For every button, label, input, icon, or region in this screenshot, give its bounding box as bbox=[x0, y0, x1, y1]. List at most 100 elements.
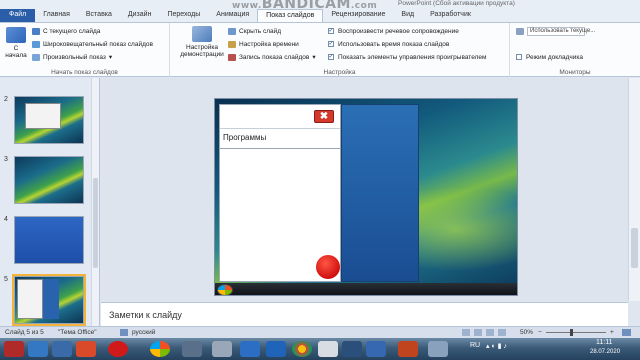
group-label-setup: Настройка bbox=[323, 69, 356, 76]
tab-developer[interactable]: Разработчик bbox=[422, 9, 479, 22]
app-icon[interactable] bbox=[318, 341, 338, 357]
red-circle-button[interactable] bbox=[316, 255, 340, 279]
checkbox-checked-icon: ✓ bbox=[328, 41, 334, 47]
language-indicator[interactable]: RU bbox=[470, 342, 480, 349]
scroll-thumb[interactable] bbox=[631, 228, 638, 268]
programs-label: Программы bbox=[223, 133, 267, 142]
powerpoint-icon[interactable] bbox=[398, 341, 418, 357]
app-icon[interactable] bbox=[4, 341, 24, 357]
windows-taskbar: RU ▴ ◐ ▮ ♪ 11:11 28.07.2020 bbox=[0, 338, 640, 360]
tab-home[interactable]: Главная bbox=[35, 9, 78, 22]
app-icon[interactable] bbox=[212, 341, 232, 357]
use-timings-checkbox[interactable]: ✓ Использовать время показа слайдов bbox=[328, 39, 449, 49]
chevron-down-icon: ▾ bbox=[108, 54, 113, 61]
reading-view-icon[interactable] bbox=[486, 329, 494, 336]
custom-show-icon bbox=[32, 53, 40, 61]
app-icon[interactable] bbox=[182, 341, 202, 357]
start-menu-left-pane: ✖ Программы bbox=[219, 104, 341, 282]
slides-panel: 2 3 4 5 bbox=[0, 78, 100, 326]
tab-review[interactable]: Рецензирование bbox=[323, 9, 393, 22]
app-icon[interactable] bbox=[52, 341, 72, 357]
sorter-view-icon[interactable] bbox=[474, 329, 482, 336]
ribbon-tabs: Файл Главная Вставка Дизайн Переходы Ани… bbox=[0, 9, 479, 22]
chevron-down-icon: ▾ bbox=[312, 54, 316, 61]
setup-show-button[interactable]: Настройка демонстрации bbox=[176, 26, 228, 58]
hide-slide-button[interactable]: Скрыть слайд bbox=[228, 26, 281, 36]
start-menu-preview bbox=[17, 279, 43, 319]
editor-scrollbar[interactable] bbox=[628, 78, 640, 301]
tab-design[interactable]: Дизайн bbox=[120, 9, 160, 22]
group-setup: Настройка демонстрации Скрыть слайд Наст… bbox=[170, 23, 510, 77]
tab-view[interactable]: Вид bbox=[393, 9, 422, 22]
slideshow-icon bbox=[6, 27, 26, 43]
windows-start-icon[interactable] bbox=[217, 284, 233, 295]
tab-transitions[interactable]: Переходы bbox=[159, 9, 208, 22]
status-bar: Слайд 5 из 5 "Тема Office" русский 50% −… bbox=[0, 326, 640, 338]
app-icon[interactable] bbox=[76, 341, 96, 357]
record-icon bbox=[228, 53, 236, 61]
tray-icons[interactable]: ▴ ◐ ▮ ♪ bbox=[486, 342, 507, 350]
zoom-level[interactable]: 50% bbox=[520, 329, 533, 336]
app-icon[interactable] bbox=[366, 341, 386, 357]
tab-insert[interactable]: Вставка bbox=[78, 9, 120, 22]
monitor-select[interactable]: Использовать текуще... bbox=[516, 26, 595, 36]
zoom-slider[interactable] bbox=[546, 332, 606, 333]
app-icon[interactable] bbox=[240, 341, 260, 357]
language-indicator[interactable]: русский bbox=[132, 329, 155, 336]
slide-taskbar bbox=[215, 283, 517, 295]
play-narration-checkbox[interactable]: ✓ Воспроизвести речевое сопровождение bbox=[328, 26, 459, 36]
current-slide[interactable]: ✖ Программы bbox=[214, 98, 518, 296]
clock-time[interactable]: 11:11 bbox=[596, 339, 612, 346]
slide-counter: Слайд 5 из 5 bbox=[5, 329, 44, 336]
slide-thumb-2[interactable]: 2 bbox=[4, 96, 84, 144]
custom-show-button[interactable]: Произвольный показ ▾ bbox=[32, 52, 112, 62]
group-start-show: С начала С текущего слайда Широковещател… bbox=[0, 23, 170, 77]
slide-thumb-5[interactable]: 5 bbox=[4, 274, 86, 326]
start-menu-header: ✖ bbox=[220, 105, 340, 129]
current-slide-icon bbox=[32, 27, 40, 35]
from-beginning-button[interactable]: С начала bbox=[3, 27, 29, 59]
notes-pane[interactable]: Заметки к слайду bbox=[101, 302, 628, 326]
tab-animation[interactable]: Анимация bbox=[208, 9, 257, 22]
start-menu-right-pane bbox=[341, 104, 419, 282]
record-show-button[interactable]: Запись показа слайдов ▾ bbox=[228, 52, 316, 62]
zoom-out-icon[interactable]: − bbox=[538, 329, 542, 336]
group-label-start: Начать показ слайдов bbox=[51, 69, 118, 76]
dialog-preview bbox=[25, 103, 61, 129]
windows-start-icon[interactable] bbox=[150, 341, 170, 357]
slideshow-view-icon[interactable] bbox=[498, 329, 506, 336]
app-icon[interactable] bbox=[108, 341, 128, 357]
clock-date[interactable]: 28.07.2020 bbox=[590, 349, 620, 355]
app-icon[interactable] bbox=[266, 341, 286, 357]
rehearse-timings-button[interactable]: Настройка времени bbox=[228, 39, 299, 49]
app-icon[interactable] bbox=[342, 341, 362, 357]
broadcast-icon bbox=[32, 40, 40, 48]
group-monitors: Использовать текуще... Режим докладчика … bbox=[510, 23, 640, 77]
zoom-in-icon[interactable]: + bbox=[610, 329, 614, 336]
slide-thumbnail bbox=[14, 156, 84, 204]
normal-view-icon[interactable] bbox=[462, 329, 470, 336]
app-icon[interactable] bbox=[28, 341, 48, 357]
divider bbox=[220, 148, 340, 149]
window-title: PowerPoint (Сбой активации продукта) bbox=[398, 0, 515, 7]
checkbox-icon bbox=[516, 54, 522, 60]
tab-slide-show[interactable]: Показ слайдов bbox=[257, 9, 324, 22]
chrome-icon[interactable] bbox=[292, 341, 312, 357]
show-controls-checkbox[interactable]: ✓ Показать элементы управления проигрыва… bbox=[328, 52, 486, 62]
fit-to-window-icon[interactable] bbox=[622, 329, 631, 336]
broadcast-show-button[interactable]: Широковещательный показ слайдов bbox=[32, 39, 153, 49]
setup-icon bbox=[192, 26, 212, 42]
from-current-slide-button[interactable]: С текущего слайда bbox=[32, 26, 100, 36]
close-icon[interactable]: ✖ bbox=[314, 110, 334, 123]
slides-panel-scrollbar[interactable] bbox=[91, 78, 99, 326]
scroll-thumb[interactable] bbox=[93, 178, 98, 268]
app-icon[interactable] bbox=[428, 341, 448, 357]
slide-thumb-3[interactable]: 3 bbox=[4, 156, 84, 204]
slide-thumbnail-selected bbox=[12, 274, 86, 326]
slide-thumb-4[interactable]: 4 bbox=[4, 216, 84, 264]
spellcheck-icon[interactable] bbox=[120, 329, 128, 336]
monitor-icon bbox=[516, 27, 524, 35]
zoom-slider-handle[interactable] bbox=[570, 329, 573, 336]
tab-file[interactable]: Файл bbox=[0, 9, 36, 22]
presenter-view-checkbox[interactable]: Режим докладчика bbox=[516, 52, 583, 62]
